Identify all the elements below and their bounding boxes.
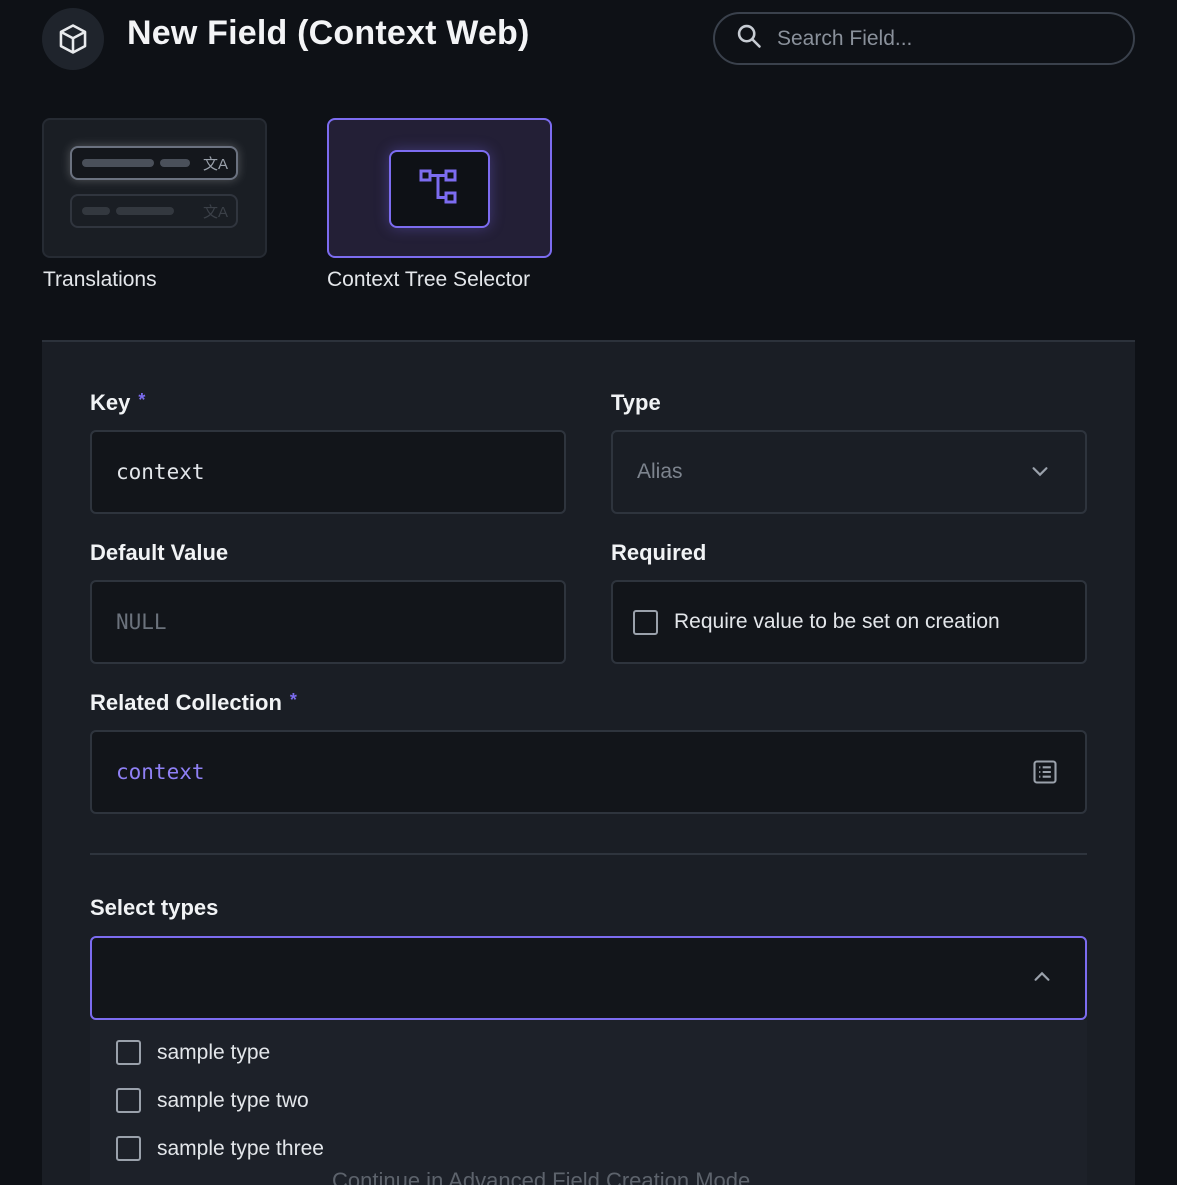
search-icon bbox=[735, 22, 763, 55]
option-sample-type-two[interactable]: sample type two bbox=[116, 1088, 309, 1113]
translate-icon: 文A bbox=[202, 155, 228, 173]
select-types-options: sample type sample type two sample type … bbox=[90, 1020, 1087, 1185]
required-star: * bbox=[289, 690, 297, 710]
list-icon[interactable] bbox=[1031, 758, 1059, 791]
type-value: Alias bbox=[637, 460, 683, 483]
translation-preview-row: 文A bbox=[70, 146, 238, 180]
required-star: * bbox=[138, 390, 146, 410]
option-sample-type[interactable]: sample type bbox=[116, 1040, 270, 1065]
section-divider bbox=[90, 853, 1087, 855]
translation-preview-row: 文A bbox=[70, 194, 238, 228]
related-collection-value: context bbox=[116, 760, 205, 784]
default-value-label: Default Value bbox=[90, 540, 229, 565]
search-input[interactable] bbox=[777, 26, 1097, 51]
cube-icon bbox=[42, 8, 104, 70]
select-types-dropdown[interactable] bbox=[90, 936, 1087, 1020]
interface-card-translations[interactable]: 文A 文A bbox=[42, 118, 267, 258]
option-checkbox[interactable] bbox=[116, 1136, 141, 1161]
chevron-up-icon[interactable] bbox=[1031, 966, 1053, 993]
interface-label-translations: Translations bbox=[43, 268, 157, 291]
interface-label-context-tree-selector: Context Tree Selector bbox=[327, 268, 531, 291]
select-types-label: Select types bbox=[90, 895, 219, 920]
related-collection-input[interactable]: context bbox=[90, 730, 1087, 814]
search-field[interactable] bbox=[713, 12, 1135, 65]
advanced-mode-link[interactable]: Continue in Advanced Field Creation Mode bbox=[332, 1168, 750, 1185]
interface-card-context-tree-selector[interactable] bbox=[327, 118, 552, 258]
context-tree-preview bbox=[389, 150, 490, 228]
chevron-down-icon bbox=[1029, 460, 1051, 488]
default-value-input[interactable]: NULL bbox=[90, 580, 566, 664]
required-label: Required bbox=[611, 540, 707, 565]
option-sample-type-three[interactable]: sample type three bbox=[116, 1136, 324, 1161]
key-label: Key * bbox=[90, 390, 146, 415]
option-checkbox[interactable] bbox=[116, 1040, 141, 1065]
type-select: Alias bbox=[611, 430, 1087, 514]
key-input[interactable]: context bbox=[90, 430, 566, 514]
option-checkbox[interactable] bbox=[116, 1088, 141, 1113]
translate-icon: 文A bbox=[202, 203, 228, 221]
required-checkbox[interactable] bbox=[633, 609, 658, 635]
tree-structure-icon bbox=[418, 167, 462, 212]
page: New Field (Context Web) 文A 文A Translatio… bbox=[0, 0, 1177, 1185]
required-checkbox-label: Require value to be set on creation bbox=[674, 610, 1000, 633]
related-collection-label: Related Collection * bbox=[90, 690, 297, 715]
field-config-panel: Key * context Type Alias Default Value NU… bbox=[42, 340, 1135, 1185]
type-label: Type bbox=[611, 390, 661, 415]
required-checkbox-field[interactable]: Require value to be set on creation bbox=[611, 580, 1087, 664]
page-title: New Field (Context Web) bbox=[127, 14, 530, 52]
